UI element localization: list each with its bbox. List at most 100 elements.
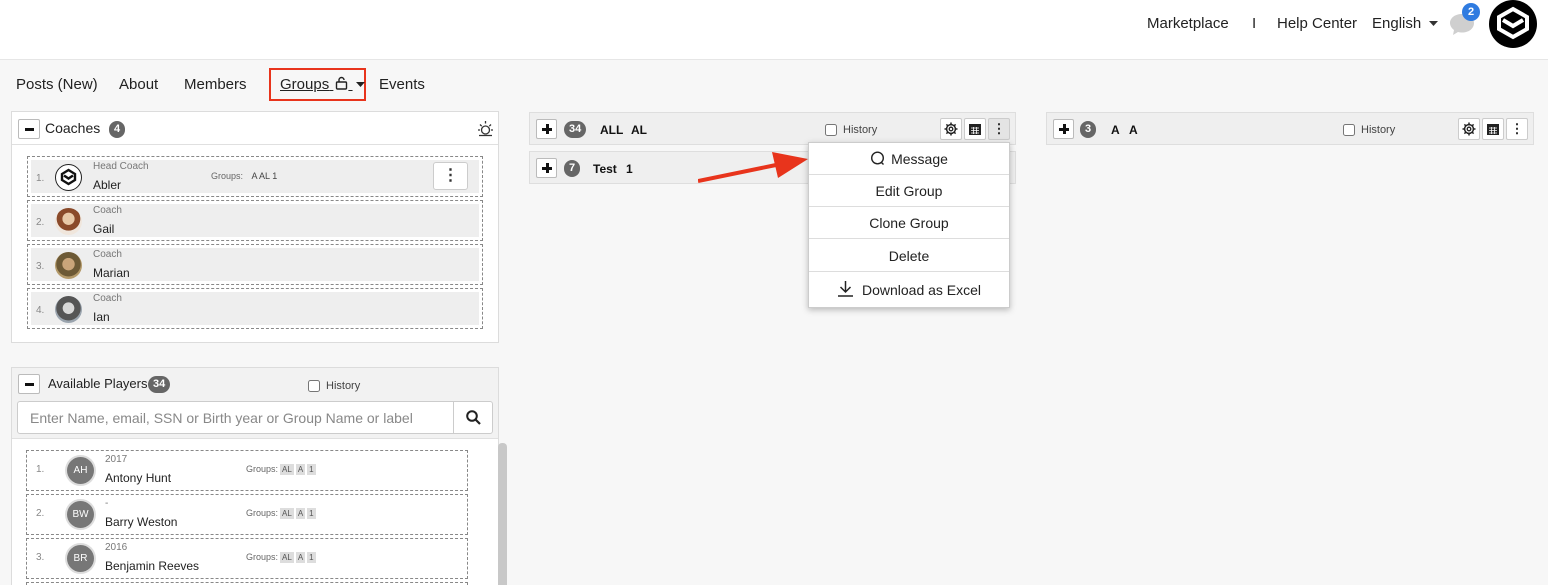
message-icon	[871, 151, 885, 165]
menu-item-download-excel[interactable]: Download as Excel	[809, 273, 1009, 307]
group-history-toggle[interactable]: History	[1343, 124, 1396, 137]
players-scrollbar[interactable]	[498, 443, 507, 585]
caret-down-icon	[1429, 21, 1439, 27]
menu-item-clone-group[interactable]: Clone Group	[809, 207, 1009, 239]
group-count-badge: 34	[564, 121, 587, 138]
row-number: 1.	[36, 173, 45, 184]
players-title: Available Players	[48, 376, 148, 391]
top-bar: Marketplace I Help Center English 2	[0, 0, 1548, 60]
group-tag: A	[295, 464, 306, 475]
gear-icon	[944, 122, 958, 136]
coach-role: Coach	[93, 205, 122, 216]
coaches-panel: Coaches 4 1. Head Coach Abler Groups: A …	[11, 111, 499, 343]
settings-button[interactable]	[940, 118, 962, 140]
download-icon	[837, 281, 853, 297]
expand-group-button[interactable]	[1053, 119, 1074, 139]
players-header: Available Players 34 History	[12, 368, 498, 439]
group-options-button[interactable]: ⋮	[988, 118, 1010, 140]
group-history-toggle[interactable]: History	[825, 124, 878, 137]
player-name: Barry Weston	[105, 515, 178, 529]
group-name: Test	[593, 162, 617, 176]
collapse-players-button[interactable]	[18, 374, 40, 394]
coach-row[interactable]: 1. Head Coach Abler Groups: A AL 1 ⋮	[27, 156, 483, 197]
player-year: 2017	[105, 454, 128, 465]
settings-button[interactable]	[1458, 118, 1480, 140]
group-count-badge: 7	[564, 160, 581, 177]
calendar-button[interactable]	[964, 118, 986, 140]
menu-item-message[interactable]: Message	[809, 143, 1009, 175]
group-label: A	[1129, 123, 1138, 137]
row-number: 2.	[36, 217, 45, 228]
player-name: Benjamin Reeves	[105, 559, 200, 573]
caret-down-icon	[355, 82, 365, 88]
marketplace-link[interactable]: Marketplace	[1147, 15, 1229, 32]
group-bar-all: 34 ALL AL History ⋮	[529, 112, 1016, 145]
avatar	[55, 164, 82, 191]
history-checkbox[interactable]	[308, 380, 320, 393]
sun-icon[interactable]	[477, 120, 494, 137]
group-bar-a: 3 A A History ⋮	[1046, 112, 1534, 145]
calendar-icon	[969, 124, 981, 135]
players-panel: Available Players 34 History 1. AH 2017 …	[11, 367, 507, 585]
player-row[interactable]: 2. BW - Barry Weston Groups: AL A 1	[26, 494, 468, 535]
history-label: History	[1361, 124, 1396, 136]
row-number: 3.	[36, 552, 45, 563]
tab-about[interactable]: About	[119, 76, 158, 93]
coach-name: Abler	[93, 178, 122, 192]
chat-count-badge: 2	[1462, 3, 1480, 21]
row-number: 4.	[36, 305, 45, 316]
players-history-toggle[interactable]: History	[308, 380, 360, 393]
group-tag: AL	[280, 552, 294, 563]
tab-members[interactable]: Members	[184, 76, 247, 93]
player-row[interactable]: 3. BR 2016 Benjamin Reeves Groups: AL A 1	[26, 538, 468, 579]
coach-row[interactable]: 3. Coach Marian	[27, 244, 483, 285]
lock-icon	[336, 76, 348, 90]
gear-icon	[1462, 122, 1476, 136]
row-number: 1.	[36, 464, 45, 475]
language-label: English	[1372, 15, 1422, 32]
groups-label: Groups:	[246, 552, 279, 562]
language-select[interactable]: English	[1372, 15, 1439, 32]
help-center-link[interactable]: Help Center	[1277, 15, 1357, 32]
history-checkbox[interactable]	[1343, 124, 1355, 137]
brand-logo-icon[interactable]	[1489, 0, 1537, 48]
history-label: History	[843, 124, 878, 136]
coach-role: Coach	[93, 293, 122, 304]
tab-posts[interactable]: Posts (New)	[16, 76, 98, 93]
tab-groups-label: Groups	[280, 76, 330, 93]
player-groups: Groups: AL A 1	[246, 508, 316, 519]
collapse-coaches-button[interactable]	[18, 119, 40, 139]
group-tag: AL	[280, 464, 294, 475]
arrow-annotation-icon	[698, 152, 808, 183]
coach-row[interactable]: 2. Coach Gail	[27, 200, 483, 241]
player-row[interactable]: 1. AH 2017 Antony Hunt Groups: AL A 1	[26, 450, 468, 491]
expand-group-button[interactable]	[536, 119, 557, 139]
expand-group-button[interactable]	[536, 158, 557, 178]
players-count-badge: 34	[148, 376, 171, 393]
coaches-count-badge: 4	[109, 121, 126, 138]
groups-label: Groups:	[211, 171, 244, 181]
group-tag: AL	[280, 508, 294, 519]
group-label: 1	[626, 162, 633, 176]
history-checkbox[interactable]	[825, 124, 837, 137]
search-icon	[466, 410, 481, 425]
coaches-header: Coaches 4	[12, 112, 498, 145]
player-groups: Groups: AL A 1	[246, 464, 316, 475]
coach-row[interactable]: 4. Coach Ian	[27, 288, 483, 329]
coach-groups: Groups: A AL 1	[211, 171, 277, 181]
player-groups: Groups: AL A 1	[246, 552, 316, 563]
group-options-button[interactable]: ⋮	[1506, 118, 1528, 140]
search-button[interactable]	[453, 402, 492, 433]
menu-item-delete[interactable]: Delete	[809, 240, 1009, 272]
group-name: ALL	[600, 123, 624, 137]
group-tag: 1	[307, 552, 316, 563]
coach-options-button[interactable]: ⋮	[433, 162, 468, 190]
avatar: AH	[67, 457, 94, 484]
tab-groups[interactable]: Groups	[280, 76, 365, 93]
group-label: AL	[631, 123, 647, 137]
tab-events[interactable]: Events	[379, 76, 425, 93]
search-input[interactable]	[18, 402, 454, 433]
player-name: Antony Hunt	[105, 471, 172, 485]
calendar-button[interactable]	[1482, 118, 1504, 140]
menu-item-edit-group[interactable]: Edit Group	[809, 175, 1009, 207]
